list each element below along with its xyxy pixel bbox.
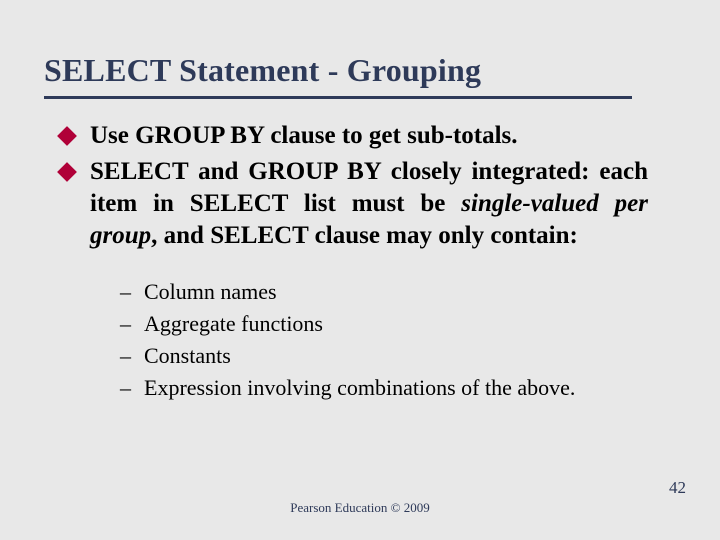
bullet-level1: Use GROUP BY clause to get sub-totals. (58, 120, 648, 152)
dash-icon: – (120, 308, 131, 340)
sub-bullet-list: – Column names – Aggregate functions – C… (120, 276, 648, 404)
bullet-level2: – Aggregate functions (120, 308, 648, 340)
dash-icon: – (120, 340, 131, 372)
sub-bullet-text: Column names (144, 279, 277, 304)
bullet-level2: – Expression involving combinations of t… (120, 372, 648, 404)
slide-body: Use GROUP BY clause to get sub-totals. S… (58, 120, 648, 404)
sub-bullet-text: Constants (144, 343, 231, 368)
bullet-level2: – Constants (120, 340, 648, 372)
bullet-level2: – Column names (120, 276, 648, 308)
diamond-icon (57, 126, 77, 146)
diamond-icon (57, 162, 77, 182)
sub-bullet-text: Expression involving combinations of the… (144, 375, 575, 400)
bullet-text-segment: , and SELECT clause may only contain: (151, 222, 578, 249)
dash-icon: – (120, 276, 131, 308)
page-number: 42 (669, 478, 686, 498)
title-underline (44, 96, 632, 99)
bullet-level1: SELECT and GROUP BY closely integrated: … (58, 156, 648, 252)
bullet-text: Use GROUP BY clause to get sub-totals. (90, 122, 518, 149)
sub-bullet-text: Aggregate functions (144, 311, 323, 336)
slide-title: SELECT Statement - Grouping (44, 52, 481, 89)
footer-text: Pearson Education © 2009 (0, 500, 720, 516)
slide: SELECT Statement - Grouping Use GROUP BY… (0, 0, 720, 540)
dash-icon: – (120, 372, 131, 404)
